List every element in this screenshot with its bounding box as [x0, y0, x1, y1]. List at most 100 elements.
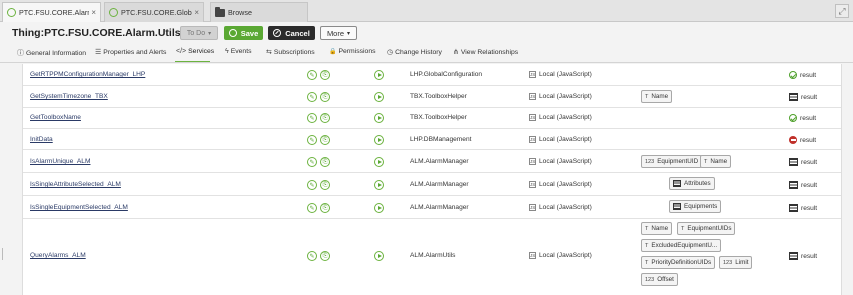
service-result: result	[789, 158, 817, 166]
override-icon[interactable]: ⎘	[320, 92, 330, 102]
service-result: result	[789, 114, 816, 122]
thing-icon	[109, 8, 118, 17]
javascript-icon: JS	[529, 158, 536, 165]
tab-label: Change History	[395, 48, 442, 56]
override-icon[interactable]: ⎘	[320, 251, 330, 261]
tab-alarm-utils[interactable]: PTC.FSU.CORE.Alarm.U... ×	[2, 2, 101, 22]
execute-icon[interactable]	[374, 251, 384, 261]
tab-label: Properties and Alerts	[103, 48, 167, 56]
override-icon[interactable]: ⎘	[320, 203, 330, 213]
override-icon[interactable]: ⎘	[320, 135, 330, 145]
override-icon[interactable]: ⎘	[320, 157, 330, 167]
service-name-link[interactable]: IsAlarmUnique_ALM	[30, 158, 90, 165]
sub-navigation: ⓘ General Information ☰ Properties and Ale…	[0, 46, 853, 63]
edit-icon[interactable]: ✎	[307, 251, 317, 261]
override-icon[interactable]: ⎘	[320, 70, 330, 80]
table-row: GetToolboxName ✎ ⎘ TBX.ToolboxHelper JS L…	[23, 108, 841, 129]
tab-properties-and-alerts[interactable]: ☰ Properties and Alerts	[95, 48, 167, 57]
service-name-link[interactable]: GetSystemTimezone_TBX	[30, 93, 108, 100]
javascript-icon: JS	[529, 71, 536, 78]
cancel-button[interactable]: Cancel	[268, 26, 315, 40]
json-result-icon	[789, 71, 797, 79]
result-label: result	[801, 181, 818, 189]
override-icon[interactable]: ⎘	[320, 180, 330, 190]
todo-dropdown[interactable]: To Do ▾	[180, 26, 218, 40]
edit-icon[interactable]: ✎	[307, 180, 317, 190]
handler-label: Local (JavaScript)	[539, 93, 592, 100]
input-parameter-chip: T Name	[641, 90, 673, 103]
handler-label: Local (JavaScript)	[539, 71, 592, 78]
tab-label: View Relationships	[460, 48, 519, 56]
folder-icon	[215, 6, 225, 17]
result-label: result	[801, 93, 818, 101]
tab-subscriptions[interactable]: ⇆ Subscriptions	[266, 48, 315, 57]
service-name-link[interactable]: QueryAlarms_ALM	[30, 252, 86, 259]
parameter-label: PriorityDefinitionUIDs	[651, 259, 712, 266]
cancel-label: Cancel	[285, 28, 310, 38]
tab-change-history[interactable]: ◷ Change History	[387, 48, 442, 57]
tab-general-information[interactable]: ⓘ General Information	[17, 48, 86, 58]
input-parameter-chip: 123 Limit	[719, 256, 753, 269]
tab-permissions[interactable]: 🔒 Permissions	[329, 48, 376, 55]
service-name-link[interactable]: IsSingleEquipmentSelected_ALM	[30, 204, 128, 211]
execute-icon[interactable]	[374, 157, 384, 167]
tab-browse[interactable]: Browse	[210, 2, 308, 22]
save-label: Save	[240, 28, 259, 38]
parameter-label: Limit	[735, 259, 749, 266]
override-icon[interactable]: ⎘	[320, 113, 330, 123]
parameter-label: Attributes	[684, 180, 711, 187]
service-name-link[interactable]: InitData	[30, 136, 53, 143]
chevron-down-icon: ▾	[347, 30, 351, 37]
handler-label: Local (JavaScript)	[539, 252, 592, 259]
table-row: GetRTPPMConfigurationManager_LHP ✎ ⎘ LHP…	[23, 64, 841, 86]
service-handler: JS Local (JavaScript)	[529, 136, 592, 143]
close-icon[interactable]: ×	[91, 8, 96, 17]
execute-icon[interactable]	[374, 113, 384, 123]
input-parameter-chip: T PriorityDefinitionUIDs	[641, 256, 716, 269]
execute-icon[interactable]	[374, 203, 384, 213]
more-button[interactable]: More ▾	[320, 26, 357, 40]
input-parameter-chip: 123 EquipmentUID	[641, 155, 703, 168]
service-name-link[interactable]: GetToolboxName	[30, 114, 81, 121]
result-label: result	[800, 114, 817, 122]
execute-icon[interactable]	[374, 70, 384, 80]
result-label: result	[801, 158, 818, 166]
edit-icon[interactable]: ✎	[307, 135, 317, 145]
infotable-result-icon	[789, 158, 798, 166]
expand-icon[interactable]: ⤢	[835, 4, 849, 18]
parameter-label: Name	[710, 158, 728, 165]
tab-label: PTC.FSU.CORE.Alarm.U...	[19, 8, 89, 17]
number-type-icon: 123	[723, 259, 733, 266]
service-handler: JS Local (JavaScript)	[529, 181, 592, 188]
tab-label: Services	[188, 48, 215, 55]
infotable-result-icon	[789, 181, 798, 189]
save-button[interactable]: Save	[224, 26, 263, 40]
handler-label: Local (JavaScript)	[539, 181, 592, 188]
execute-icon[interactable]	[374, 92, 384, 102]
edit-icon[interactable]: ✎	[307, 113, 317, 123]
handler-label: Local (JavaScript)	[539, 204, 592, 211]
tab-events[interactable]: ϟ Events	[225, 48, 252, 55]
edit-icon[interactable]: ✎	[307, 157, 317, 167]
service-name-link[interactable]: IsSingleAttributeSelected_ALM	[30, 181, 121, 188]
service-result: result	[789, 181, 817, 189]
edit-icon[interactable]: ✎	[307, 203, 317, 213]
handler-label: Local (JavaScript)	[539, 136, 592, 143]
save-icon	[228, 29, 237, 37]
close-icon[interactable]: ×	[194, 8, 199, 17]
tab-view-relationships[interactable]: ⋔ View Relationships	[453, 48, 519, 57]
input-parameter-chip: T EquipmentUIDs	[677, 222, 736, 235]
relationships-icon: ⋔	[453, 49, 459, 56]
tab-global-config[interactable]: PTC.FSU.CORE.GlobalC... ×	[104, 2, 204, 22]
thing-icon	[7, 8, 16, 17]
execute-icon[interactable]	[374, 180, 384, 190]
edit-icon[interactable]: ✎	[307, 70, 317, 80]
tab-label: Permissions	[338, 48, 376, 55]
result-label: result	[800, 136, 817, 144]
tab-services[interactable]: </> Services	[176, 48, 214, 55]
execute-icon[interactable]	[374, 135, 384, 145]
todo-label: To Do	[186, 29, 206, 37]
edit-icon[interactable]: ✎	[307, 92, 317, 102]
service-handler: JS Local (JavaScript)	[529, 114, 592, 121]
service-name-link[interactable]: GetRTPPMConfigurationManager_LHP	[30, 71, 145, 78]
